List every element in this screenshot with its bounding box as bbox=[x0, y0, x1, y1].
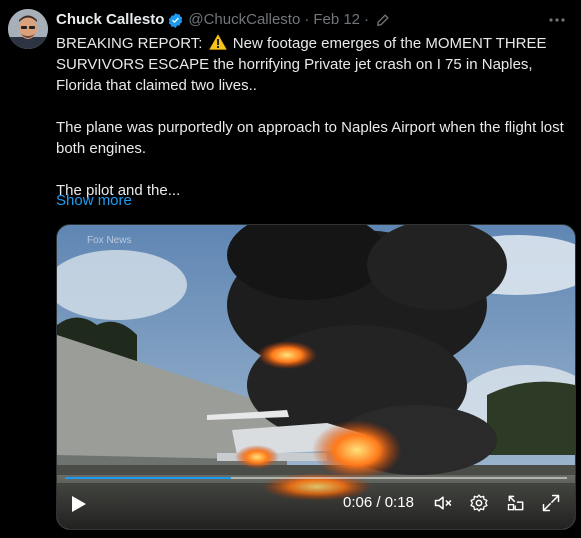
video-time: 0:06 / 0:18 bbox=[343, 493, 414, 513]
verified-badge-icon[interactable] bbox=[167, 12, 184, 29]
mute-icon[interactable] bbox=[433, 493, 453, 513]
fullscreen-icon[interactable] bbox=[541, 493, 561, 513]
handle[interactable]: @ChuckCallesto bbox=[188, 10, 300, 30]
tweet-text: BREAKING REPORT: New footage emerges of … bbox=[56, 33, 566, 201]
avatar[interactable] bbox=[8, 9, 48, 49]
more-options-icon[interactable] bbox=[547, 10, 567, 30]
tweet-header: Chuck Callesto @ChuckCallesto · Feb 12 · bbox=[56, 10, 391, 30]
time-separator: / bbox=[372, 494, 385, 511]
separator: · bbox=[304, 11, 310, 28]
tweet-date[interactable]: Feb 12 bbox=[313, 10, 360, 30]
tweet-line-1: BREAKING REPORT: bbox=[56, 35, 203, 52]
progress-fill bbox=[65, 477, 231, 479]
tweet-line-4: The pilot and the... bbox=[56, 182, 181, 199]
video-controls: 0:06 / 0:18 bbox=[57, 473, 575, 529]
author-name[interactable]: Chuck Callesto bbox=[56, 10, 164, 30]
tweet-line-3: The plane was purportedly on approach to… bbox=[56, 119, 564, 157]
play-icon[interactable] bbox=[69, 495, 87, 513]
separator-2: · bbox=[364, 11, 370, 28]
time-total: 0:18 bbox=[384, 494, 414, 511]
settings-gear-icon[interactable] bbox=[469, 493, 489, 513]
watermark: Fox News bbox=[87, 235, 132, 246]
time-current: 0:06 bbox=[343, 494, 373, 511]
edited-pencil-icon[interactable] bbox=[375, 12, 391, 28]
show-more-link[interactable]: Show more bbox=[56, 192, 132, 209]
video-player[interactable]: Fox News 0:06 / 0:18 bbox=[56, 224, 576, 530]
picture-in-picture-icon[interactable] bbox=[506, 493, 526, 513]
warning-emoji-icon bbox=[208, 33, 227, 50]
progress-bar[interactable] bbox=[65, 477, 567, 479]
